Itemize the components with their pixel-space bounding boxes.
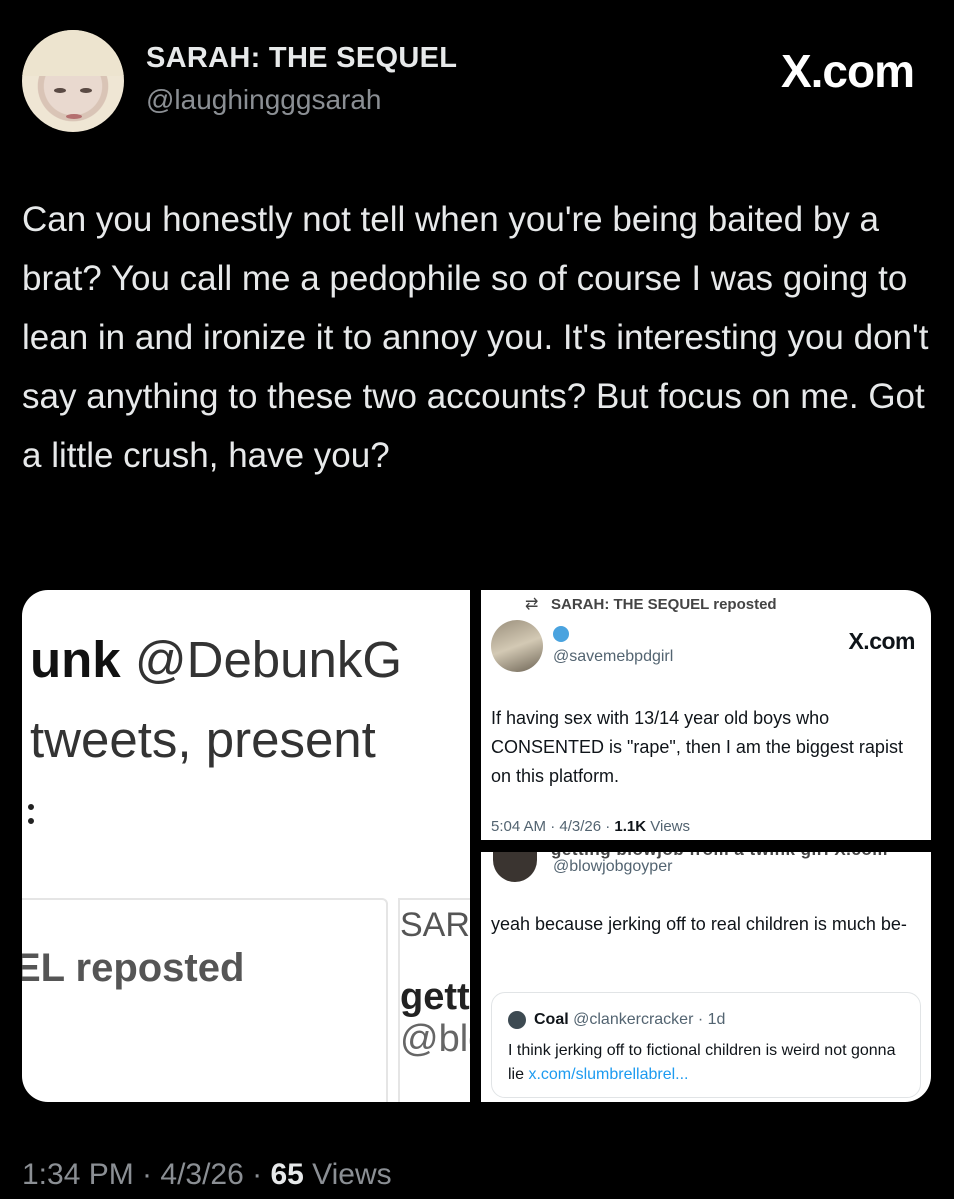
left-image-sara: SARA (400, 906, 470, 944)
quote-handle-time: @clankercracker · 1d (568, 1011, 726, 1028)
post-time: 1:34 PM · 4/3/26 · (22, 1158, 271, 1191)
repost-text: If having sex with 13/14 year old boys w… (491, 708, 903, 786)
repost-avatar (491, 620, 543, 672)
avatar-lips (66, 114, 82, 119)
left-image-line1-rest: @DebunkG (120, 631, 403, 688)
post-views-count: 65 (270, 1158, 304, 1191)
author-handle[interactable]: @laughingggsarah (146, 84, 381, 116)
avatar-eye-right (80, 88, 92, 93)
left-image-reposted: EL reposted (22, 946, 245, 990)
quote-author: Coal @clankercracker · 1d (534, 1011, 725, 1029)
repost-views-count: 1.1K (614, 818, 647, 835)
attached-image-reply[interactable]: getting blowjob from a twink girl X.com … (481, 852, 931, 1102)
repost-time: 5:04 AM · 4/3/26 · (491, 818, 615, 835)
reply-handle: @blowjobgoyper (553, 858, 673, 875)
left-image-dots (28, 804, 40, 824)
author-avatar[interactable] (22, 30, 124, 132)
left-image-line2: tweets, present (30, 711, 376, 768)
quote-text: I think jerking off to fictional childre… (508, 1039, 908, 1087)
left-image-bl: @blo (400, 1018, 470, 1060)
repost-x-logo: X.com (848, 628, 915, 654)
quoted-post: Coal @clankercracker · 1d I think jerkin… (491, 992, 921, 1098)
left-image-card2: SARA getti @blo (398, 898, 470, 1102)
post-meta: 1:34 PM · 4/3/26 · 65 Views (22, 1158, 392, 1192)
jellyfish-icon (553, 626, 569, 642)
repost-handle: @savemebpdgirl (553, 648, 674, 665)
quote-name: Coal (534, 1011, 569, 1028)
repost-meta: 5:04 AM · 4/3/26 · 1.1K Views (491, 818, 690, 835)
post-views-label: Views (303, 1158, 392, 1191)
repost-views-label: Views (646, 818, 691, 835)
reply-text: yeah because jerking off to real childre… (491, 914, 907, 934)
left-image-card: EL reposted (22, 898, 388, 1102)
author-display-name[interactable]: SARAH: THE SEQUEL (146, 42, 457, 75)
repost-label: SARAH: THE SEQUEL reposted (551, 596, 777, 613)
left-image-getti: getti (400, 976, 470, 1018)
post-text: Can you honestly not tell when you're be… (22, 200, 929, 475)
attached-image-repost[interactable]: ⇄ SARAH: THE SEQUEL reposted @savemebpdg… (481, 590, 931, 840)
reply-avatar (493, 852, 537, 882)
repost-icon: ⇄ (525, 596, 539, 613)
avatar-hair (22, 30, 124, 76)
attached-image-left[interactable]: unk @DebunkG tweets, present EL reposted… (22, 590, 470, 1102)
left-image-line1: unk @DebunkG (30, 630, 402, 689)
x-logo: X.com (780, 45, 915, 97)
avatar-eye-left (54, 88, 66, 93)
quote-link: x.com/slumbrellabrel... (528, 1066, 689, 1083)
quote-avatar-icon (508, 1011, 526, 1029)
left-image-line1-bold: unk (30, 631, 121, 688)
